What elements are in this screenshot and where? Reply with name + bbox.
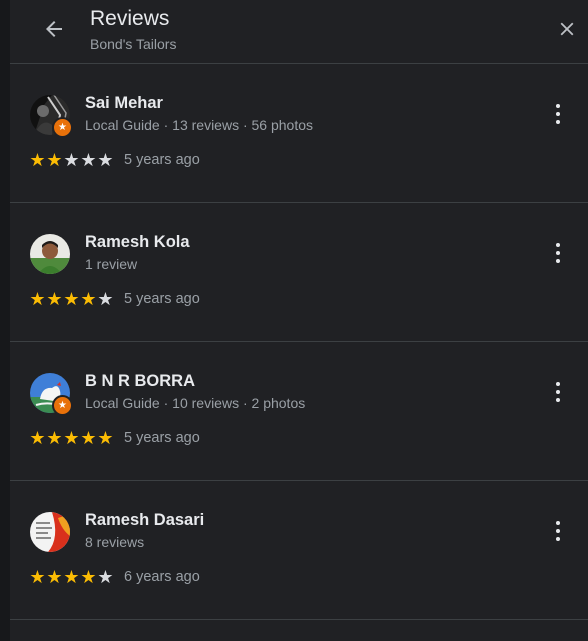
more-options-button[interactable]: [546, 239, 570, 267]
star-filled-icon: ★: [80, 567, 97, 587]
star-filled-icon: ★: [46, 150, 63, 170]
star-filled-icon: ★: [46, 428, 63, 448]
review-date: 5 years ago: [124, 430, 200, 446]
review-item: ★ B N R BORRA Local Guide · 10 reviews ·…: [10, 342, 588, 481]
page-title: Reviews: [90, 7, 170, 30]
star-filled-icon: ★: [63, 567, 80, 587]
rating-row: ★ ★ ★ ★ ★ 5 years ago: [29, 150, 200, 170]
star-empty-icon: ★: [97, 567, 114, 587]
star-filled-icon: ★: [29, 567, 46, 587]
star-empty-icon: ★: [97, 150, 114, 170]
review-date: 6 years ago: [124, 569, 200, 585]
review-date: 5 years ago: [124, 291, 200, 307]
star-rating: ★ ★ ★ ★ ★: [29, 429, 114, 447]
star-filled-icon: ★: [97, 428, 114, 448]
rating-row: ★ ★ ★ ★ ★ 5 years ago: [29, 289, 200, 309]
star-empty-icon: ★: [97, 289, 114, 309]
review-item: ★ Sai Mehar Local Guide · 13 reviews · 5…: [10, 64, 588, 203]
more-options-button[interactable]: [546, 378, 570, 406]
reviewer-meta: 1 review: [85, 256, 138, 272]
reviewer-name[interactable]: Sai Mehar: [85, 93, 163, 113]
star-rating: ★ ★ ★ ★ ★: [29, 290, 114, 308]
star-filled-icon: ★: [63, 289, 80, 309]
rating-row: ★ ★ ★ ★ ★ 5 years ago: [29, 428, 200, 448]
close-button[interactable]: [550, 12, 584, 46]
avatar[interactable]: [30, 234, 70, 274]
review-item: Ramesh Dasari 8 reviews ★ ★ ★ ★ ★ 6 years ag…: [10, 481, 588, 620]
star-filled-icon: ★: [80, 428, 97, 448]
star-filled-icon: ★: [63, 428, 80, 448]
close-icon: [560, 22, 574, 36]
review-item: Ramesh Kola 1 review ★ ★ ★ ★ ★ 5 years ago: [10, 203, 588, 342]
star-icon: ★: [58, 121, 67, 133]
avatar[interactable]: [30, 512, 70, 552]
reviewer-name[interactable]: Ramesh Kola: [85, 232, 190, 252]
arrow-back-icon: [46, 21, 62, 37]
reviews-panel: Reviews Bond's Tailors ★ Sai Mehar Local…: [10, 0, 588, 641]
reviewer-meta: 8 reviews: [85, 534, 145, 550]
avatar[interactable]: ★: [30, 95, 73, 138]
star-filled-icon: ★: [46, 567, 63, 587]
star-rating: ★ ★ ★ ★ ★: [29, 568, 114, 586]
reviewer-name[interactable]: B N R BORRA: [85, 371, 195, 391]
local-guide-badge: ★: [52, 117, 73, 138]
back-button[interactable]: [37, 12, 71, 46]
rating-row: ★ ★ ★ ★ ★ 6 years ago: [29, 567, 200, 587]
star-filled-icon: ★: [29, 289, 46, 309]
reviewer-meta: Local Guide · 13 reviews · 56 photos: [85, 117, 314, 133]
star-rating: ★ ★ ★ ★ ★: [29, 151, 114, 169]
star-filled-icon: ★: [80, 289, 97, 309]
star-filled-icon: ★: [46, 289, 63, 309]
review-date: 5 years ago: [124, 152, 200, 168]
background-map-edge: [0, 0, 10, 641]
place-name: Bond's Tailors: [90, 36, 177, 52]
star-empty-icon: ★: [80, 150, 97, 170]
panel-header: Reviews Bond's Tailors: [10, 0, 588, 64]
avatar[interactable]: ★: [30, 373, 73, 416]
star-filled-icon: ★: [29, 428, 46, 448]
more-options-button[interactable]: [546, 517, 570, 545]
more-options-button[interactable]: [546, 100, 570, 128]
star-empty-icon: ★: [63, 150, 80, 170]
reviewer-meta: Local Guide · 10 reviews · 2 photos: [85, 395, 306, 411]
star-filled-icon: ★: [29, 150, 46, 170]
star-icon: ★: [58, 399, 67, 411]
reviewer-name[interactable]: Ramesh Dasari: [85, 510, 204, 530]
local-guide-badge: ★: [52, 395, 73, 416]
